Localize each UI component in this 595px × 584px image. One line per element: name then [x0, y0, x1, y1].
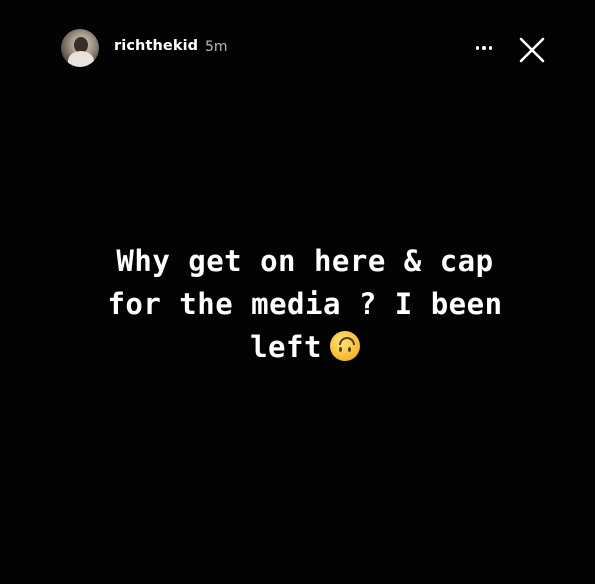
- emoji-mouth: [338, 337, 355, 345]
- caption-line-last: left: [60, 326, 550, 369]
- more-horizontal-icon: [475, 46, 480, 50]
- story-header: richthekid 5m: [0, 0, 595, 96]
- upside-down-face-icon: [329, 331, 360, 361]
- close-button[interactable]: [516, 34, 548, 66]
- avatar[interactable]: [61, 29, 99, 67]
- username-label[interactable]: richthekid: [114, 38, 198, 54]
- caption-line: left: [250, 330, 322, 364]
- caption-line: for the media ? I been: [107, 287, 503, 321]
- caption-line: Why get on here & cap: [116, 244, 494, 278]
- more-dot: [488, 46, 493, 50]
- avatar-body: [68, 51, 94, 67]
- story-text: Why get on here & cap for the media ? I …: [60, 240, 550, 369]
- close-icon: [519, 37, 545, 63]
- more-options-button[interactable]: [470, 34, 498, 62]
- emoji-eye: [338, 347, 342, 352]
- emoji-eye: [347, 347, 351, 352]
- more-dot: [482, 46, 486, 50]
- story-viewer: richthekid 5m Why get on here & cap for …: [0, 0, 595, 584]
- post-timestamp: 5m: [205, 39, 228, 55]
